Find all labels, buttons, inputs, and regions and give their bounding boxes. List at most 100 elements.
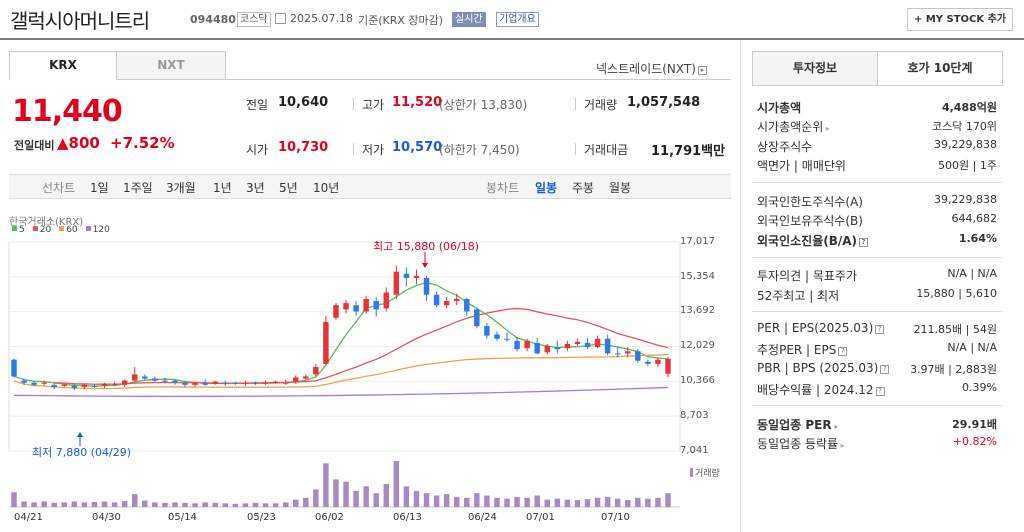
volume-bar [172, 502, 178, 507]
candle [282, 382, 289, 384]
period-1w[interactable]: 1주일 [123, 179, 153, 196]
candle [313, 367, 319, 375]
x-tick-label: 04/30 [92, 512, 121, 523]
period-1y[interactable]: 1년 [213, 179, 232, 196]
volume-legend: 거래량 [690, 466, 720, 479]
volume-bar [182, 502, 188, 507]
help-icon[interactable]: ? [838, 347, 848, 356]
candle [645, 361, 651, 364]
y-tick-label: 17,017 [680, 236, 715, 247]
ma-legend-swatch [59, 226, 65, 231]
period-10y[interactable]: 10년 [313, 179, 339, 196]
period-3y[interactable]: 3년 [246, 179, 265, 196]
open-label: 시가 [246, 143, 269, 157]
candle [655, 359, 661, 364]
tab-underline [226, 79, 731, 80]
row-foreign-holding: 외국인보유주식수(B) 644,682 [757, 212, 997, 228]
candle [81, 384, 88, 387]
candle [242, 382, 249, 384]
candle [303, 376, 309, 379]
x-tick-label: 06/13 [393, 512, 422, 523]
x-tick-label: 06/02 [315, 512, 344, 523]
volume-bar [162, 502, 168, 507]
volume-bar [71, 501, 78, 507]
volume-bar [313, 489, 319, 507]
help-icon[interactable]: ? [880, 365, 890, 374]
tab-hoga-10[interactable]: 호가 10단계 [877, 51, 1003, 86]
x-tick-label: 06/24 [468, 512, 497, 523]
volume-bar [464, 497, 470, 507]
add-mystock-button[interactable]: + MY STOCK 추가 [907, 8, 1013, 31]
x-tick-label: 05/14 [168, 512, 197, 523]
volume-bar [91, 501, 98, 507]
candle [373, 301, 379, 310]
volume-bar [645, 498, 651, 507]
volume-bar [383, 484, 390, 507]
tab-krx[interactable]: KRX [9, 51, 117, 80]
volume-bar [262, 503, 269, 507]
help-icon[interactable]: ? [875, 387, 885, 396]
row-par-value: 액면가 | 매매단위 500원 | 1주 [757, 159, 997, 173]
row-est-per: 추정PER | EPS? N/A | N/A [757, 341, 997, 357]
volume-bar [343, 481, 349, 507]
volume-bar [614, 498, 621, 507]
candle [51, 384, 57, 387]
volume-bar [625, 500, 631, 507]
period-1d[interactable]: 1일 [90, 179, 109, 196]
stock-code: 094480 [190, 13, 236, 26]
candle [222, 382, 229, 384]
candle [252, 382, 259, 384]
volume-bar [11, 492, 17, 507]
volume-bar [132, 494, 138, 507]
row-market-cap: 시가총액 4,488억원 [757, 101, 997, 115]
candle [604, 338, 611, 354]
volume-bar [534, 495, 540, 507]
candle [333, 305, 339, 318]
y-tick-label: 12,029 [680, 340, 715, 351]
candle [121, 380, 128, 385]
ma-line-5 [13, 281, 669, 387]
candle-monthly[interactable]: 월봉 [609, 179, 631, 196]
candle [474, 309, 480, 327]
candle-weekly[interactable]: 주봉 [572, 179, 594, 196]
x-tick-label: 07/01 [526, 512, 555, 523]
volume-bar [403, 486, 410, 507]
nxt-link[interactable]: 넥스트레이드(NXT) ▸ [596, 60, 707, 77]
tab-nxt[interactable]: NXT [116, 51, 226, 80]
period-3m[interactable]: 3개월 [166, 179, 196, 196]
x-tick-label: 05/23 [247, 512, 276, 523]
candle [504, 338, 510, 340]
help-icon[interactable]: ? [875, 325, 885, 334]
candle [584, 342, 591, 348]
row-pbr-bps: PBR | BPS (2025.03)? 3.97배 | 2,883원 [757, 361, 997, 376]
realtime-badge[interactable]: 실시간 [452, 12, 486, 27]
candle [554, 347, 561, 350]
candle [262, 382, 269, 384]
volume-bar [21, 501, 27, 507]
divider [353, 143, 354, 155]
divider [575, 143, 576, 155]
candle [383, 292, 390, 309]
volume-bar [594, 497, 601, 507]
volume-bar [61, 502, 68, 507]
change-amount: ▲800 [57, 134, 100, 152]
candle [564, 343, 571, 349]
candle [61, 384, 68, 386]
candle [101, 383, 108, 386]
candle [162, 380, 168, 382]
volume-bar [242, 503, 249, 507]
volume-bar [504, 498, 510, 507]
tab-investment-info[interactable]: 투자정보 [752, 51, 878, 86]
help-icon[interactable]: ? [859, 238, 869, 247]
candle [142, 376, 148, 379]
volume-bar [363, 486, 369, 507]
basis-text: 기준(KRX 장마감) [358, 14, 444, 27]
volume-swatch [690, 468, 693, 477]
price-chart[interactable] [0, 232, 735, 532]
company-overview-button[interactable]: 기업개요 [496, 12, 539, 27]
volume-bar [665, 493, 671, 507]
candle-daily[interactable]: 일봉 [535, 179, 557, 196]
period-5y[interactable]: 5년 [279, 179, 298, 196]
row-per-eps: PER | EPS(2025.03)? 211.85배 | 54원 [757, 321, 997, 336]
volume-bar [121, 501, 128, 507]
